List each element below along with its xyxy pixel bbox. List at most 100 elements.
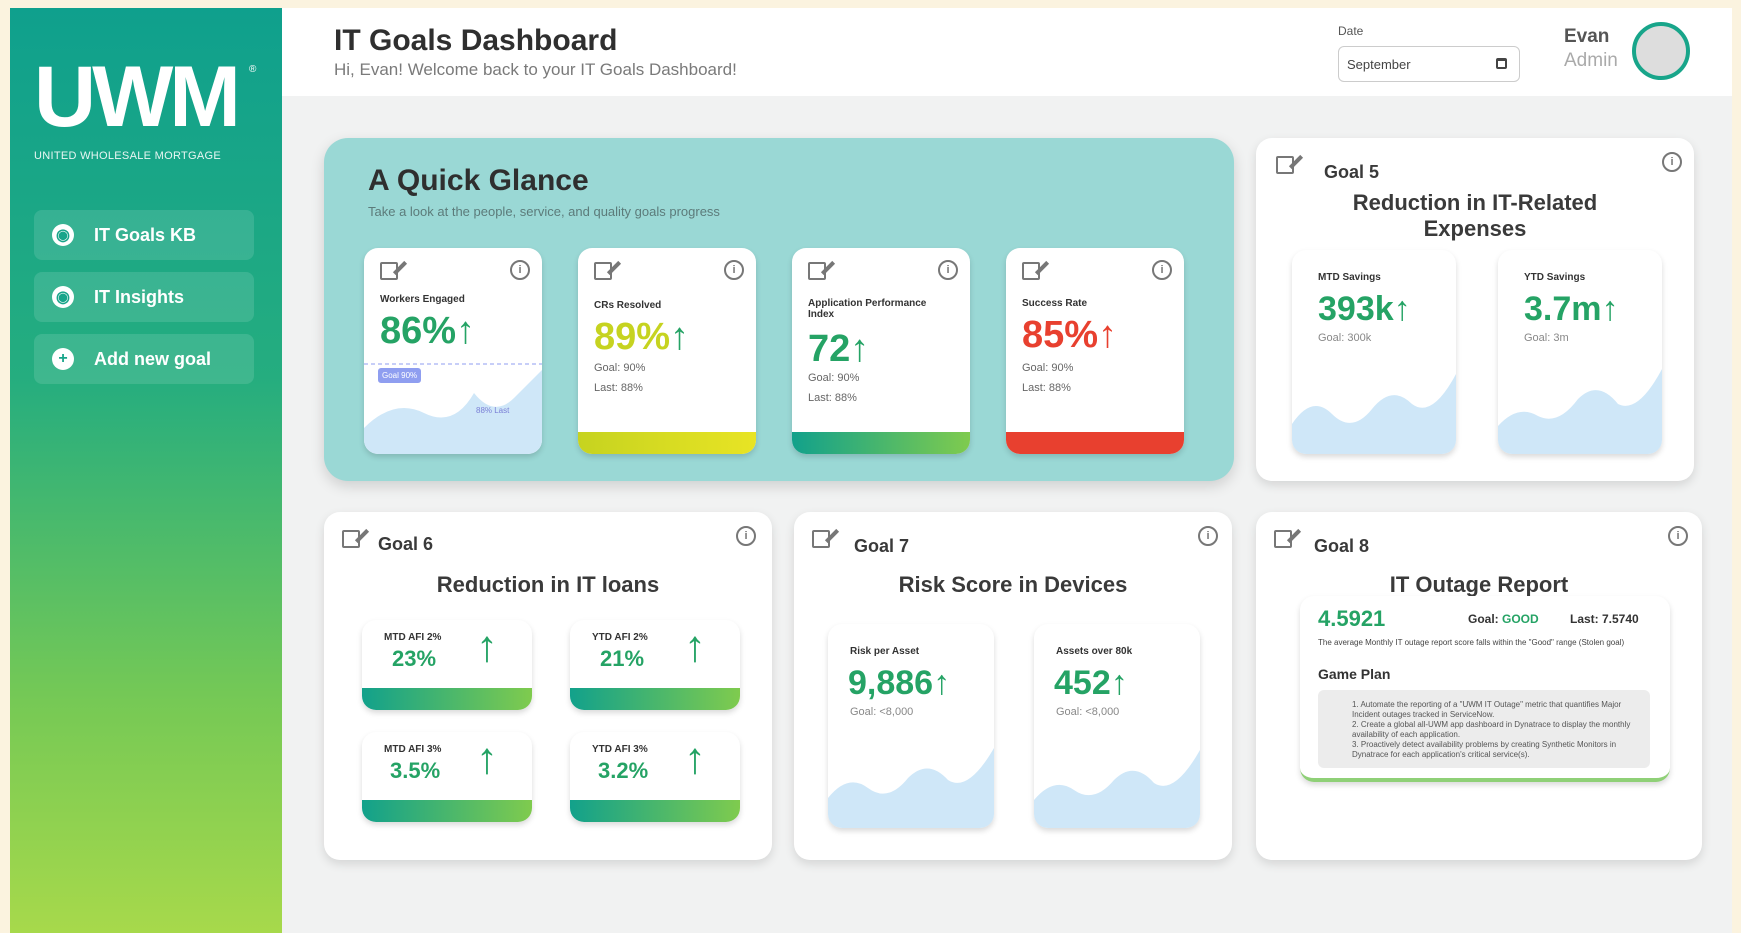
avatar[interactable]: [1632, 22, 1690, 80]
card-label: YTD AFI 3%: [592, 744, 648, 755]
info-icon[interactable]: i: [736, 526, 756, 546]
card-label: CRs Resolved: [594, 300, 662, 311]
game-plan-list: 1. Automate the reporting of a "UWM IT O…: [1318, 690, 1650, 768]
status-bar: [1006, 432, 1184, 454]
quick-glance-panel: A Quick Glance Take a look at the people…: [324, 138, 1234, 481]
status-bar: [570, 688, 740, 710]
info-icon[interactable]: i: [724, 260, 744, 280]
card-label: YTD Savings: [1524, 272, 1586, 283]
plan-item: 3. Proactively detect availability probl…: [1352, 740, 1617, 759]
value-text: 3.7m: [1524, 290, 1602, 328]
info-icon[interactable]: i: [1662, 152, 1682, 172]
goal-8-card: Goal 8 i IT Outage Report 4.5921 Goal: G…: [1256, 512, 1702, 860]
plan-item: 2. Create a global all-UWM app dashboard…: [1352, 720, 1631, 739]
sidebar: UWM ® UNITED WHOLESALE MORTGAGE ◉ IT Goa…: [10, 8, 282, 933]
afi-card: YTD AFI 3% 3.2% ↑: [570, 732, 740, 822]
last-text: Last: 88%: [1022, 382, 1071, 394]
arrow-up-icon: ↑: [1601, 290, 1619, 328]
value-text: 85%: [1022, 314, 1099, 356]
sidebar-item-label: IT Insights: [94, 286, 184, 307]
edit-icon[interactable]: [380, 262, 398, 280]
info-icon[interactable]: i: [1198, 526, 1218, 546]
card-value: 89%↑: [594, 316, 689, 359]
plan-item: 1. Automate the reporting of a "UWM IT O…: [1352, 700, 1622, 719]
goal-label: Goal:: [1468, 612, 1499, 626]
arrow-up-icon: ↑: [684, 734, 706, 783]
card-value: 72↑: [808, 328, 869, 371]
card-value: 3.7m↑: [1524, 290, 1619, 329]
card-label: Risk per Asset: [850, 646, 920, 657]
goal-badge: Goal 90%: [378, 368, 422, 383]
info-icon[interactable]: i: [1668, 526, 1688, 546]
app-performance-card: i Application Performance Index 72↑ Goal…: [792, 248, 970, 454]
afi-card: YTD AFI 2% 21% ↑: [570, 620, 740, 710]
goal-6-card: Goal 6 i Reduction in IT loans MTD AFI 2…: [324, 512, 772, 860]
arrow-up-icon: ↑: [684, 622, 706, 671]
header: IT Goals Dashboard Hi, Evan! Welcome bac…: [282, 8, 1732, 96]
trend-chart: [828, 748, 994, 828]
workers-engaged-card: i Workers Engaged 86%↑ Goal 90% 88% Last: [364, 248, 542, 454]
edit-icon[interactable]: [1276, 156, 1294, 174]
date-label: Date: [1338, 24, 1364, 38]
arrow-up-icon: ↑: [933, 664, 951, 702]
card-value: 85%↑: [1022, 314, 1117, 357]
goal-value: GOOD: [1502, 612, 1539, 626]
card-value: 9,886↑: [848, 664, 950, 703]
value-text: 393k: [1318, 290, 1394, 328]
card-value: 3.2%: [598, 758, 649, 783]
date-picker[interactable]: September: [1338, 46, 1520, 82]
card-label: MTD Savings: [1318, 272, 1381, 283]
trend-chart: [1292, 374, 1456, 454]
quick-glance-title: A Quick Glance: [368, 164, 589, 197]
edit-icon[interactable]: [1022, 262, 1040, 280]
edit-icon[interactable]: [812, 530, 830, 548]
sidebar-item-add-new-goal[interactable]: + Add new goal: [34, 334, 254, 384]
success-rate-card: i Success Rate 85%↑ Goal: 90% Last: 88%: [1006, 248, 1184, 454]
last-label: 88% Last: [476, 406, 510, 415]
edit-icon[interactable]: [1274, 530, 1292, 548]
arrow-up-icon: ↑: [1098, 314, 1118, 356]
logo-subtitle: UNITED WHOLESALE MORTGAGE: [34, 150, 221, 162]
sidebar-item-label: Add new goal: [94, 348, 211, 369]
outage-report-box: 4.5921 Goal: GOOD Last: 7.5740 The avera…: [1300, 596, 1670, 782]
arrow-up-icon: ↑: [476, 622, 498, 671]
edit-icon[interactable]: [594, 262, 612, 280]
info-icon[interactable]: i: [510, 260, 530, 280]
plus-circle-icon: +: [52, 348, 74, 370]
risk-per-asset-card: Risk per Asset 9,886↑ Goal: <8,000: [828, 624, 994, 828]
ytd-savings-card: YTD Savings 3.7m↑ Goal: 3m: [1498, 250, 1662, 454]
logo-text: UWM: [34, 49, 241, 145]
sidebar-item-it-goals-kb[interactable]: ◉ IT Goals KB: [34, 210, 254, 260]
page-subtitle: Hi, Evan! Welcome back to your IT Goals …: [334, 60, 737, 79]
info-icon[interactable]: i: [1152, 260, 1172, 280]
edit-icon[interactable]: [342, 530, 360, 548]
outage-score: 4.5921: [1318, 606, 1386, 631]
goal-heading: Goal 5: [1324, 162, 1380, 182]
card-label: Assets over 80k: [1056, 646, 1133, 657]
value-text: 9,886: [848, 664, 934, 702]
goal-heading: Goal 7: [854, 536, 910, 556]
status-bar: [792, 432, 970, 454]
info-icon[interactable]: i: [938, 260, 958, 280]
last-text: Last: 88%: [594, 382, 643, 394]
value-text: 89%: [594, 316, 671, 358]
arrow-up-icon: ↑: [670, 316, 690, 358]
value-text: 86%: [380, 310, 457, 352]
crs-resolved-card: i CRs Resolved 89%↑ Goal: 90% Last: 88%: [578, 248, 756, 454]
goal-title: Risk Score in Devices: [898, 572, 1128, 597]
goal-title: Reduction in IT-Related Expenses: [1352, 190, 1598, 241]
mtd-savings-card: MTD Savings 393k↑ Goal: 300k: [1292, 250, 1456, 454]
sidebar-item-it-insights[interactable]: ◉ IT Insights: [34, 272, 254, 322]
uwm-logo: UWM ® UNITED WHOLESALE MORTGAGE: [34, 54, 264, 162]
goal-heading: Goal 6: [378, 534, 434, 554]
calendar-icon: [1496, 58, 1507, 69]
card-value: 452↑: [1054, 664, 1128, 703]
edit-icon[interactable]: [808, 262, 826, 280]
arrow-up-icon: ↑: [476, 734, 498, 783]
card-label: MTD AFI 2%: [384, 632, 442, 643]
goal-text: Goal: 3m: [1524, 332, 1569, 344]
page-title: IT Goals Dashboard: [334, 24, 618, 57]
trend-chart: [1034, 750, 1200, 828]
goal-title: IT Outage Report: [1389, 572, 1569, 597]
user-name: Evan: [1564, 26, 1610, 47]
